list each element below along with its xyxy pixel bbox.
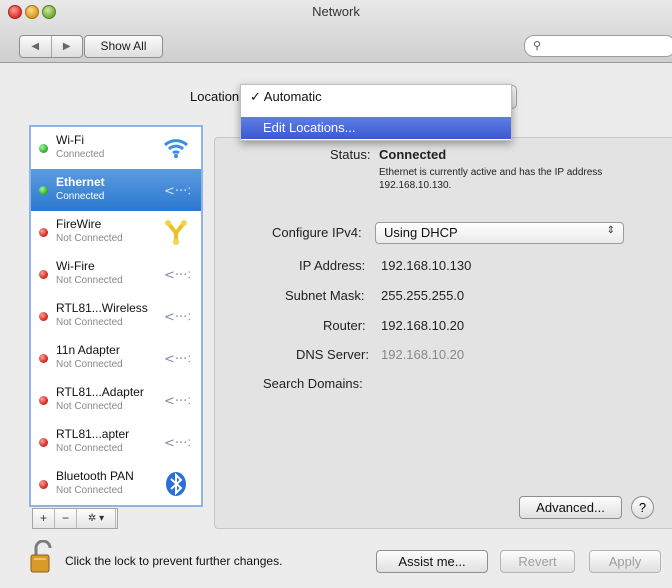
lock-message: Click the lock to prevent further change… xyxy=(65,554,283,568)
service-status: Not Connected xyxy=(56,233,123,244)
svg-text:<···>: <···> xyxy=(164,310,190,325)
ip-address-label: IP Address: xyxy=(299,258,366,273)
service-name: Ethernet xyxy=(56,175,105,189)
status-dot-icon xyxy=(39,312,48,321)
service-status: Not Connected xyxy=(56,401,123,412)
service-item[interactable]: RTL81...Adapter Not Connected <···> xyxy=(31,379,201,421)
show-all-button[interactable]: Show All xyxy=(84,35,163,58)
service-name: RTL81...Wireless xyxy=(56,301,148,315)
service-status: Connected xyxy=(56,191,105,202)
back-forward-buttons: ◀ ▶ xyxy=(19,35,83,58)
service-name: Wi-Fi xyxy=(56,133,84,147)
window-title: Network xyxy=(312,4,360,19)
status-dot-icon xyxy=(39,186,48,195)
router-value: 192.168.10.20 xyxy=(381,318,465,333)
svg-text:<···>: <···> xyxy=(164,436,190,451)
service-name: RTL81...apter xyxy=(56,427,130,441)
updown-arrows-icon: ⇕ xyxy=(606,225,615,236)
wifi-icon xyxy=(161,133,191,163)
service-name: 11n Adapter xyxy=(56,343,120,357)
status-description: Ethernet is currently active and has the… xyxy=(379,167,603,191)
status-dot-icon xyxy=(39,396,48,405)
service-status: Not Connected xyxy=(56,443,123,454)
router-label: Router: xyxy=(323,318,366,333)
svg-text:<···>: <···> xyxy=(164,352,190,367)
configure-ipv4-label: Configure IPv4: xyxy=(272,225,362,240)
add-service-button[interactable]: + xyxy=(33,509,55,528)
search-icon: ⚲ xyxy=(533,40,542,52)
network-interface-icon: <···> xyxy=(161,385,191,415)
service-name: RTL81...Adapter xyxy=(56,385,144,399)
search-domains-label: Search Domains: xyxy=(263,376,363,391)
status-dot-icon xyxy=(39,438,48,447)
status-dot-icon xyxy=(39,480,48,489)
service-status: Not Connected xyxy=(56,275,123,286)
service-item[interactable]: Ethernet Connected <···> xyxy=(31,169,201,211)
location-menu-item-automatic[interactable]: ✓ Automatic xyxy=(241,87,520,107)
location-menu: ✓ Automatic Edit Locations... xyxy=(240,84,512,141)
status-dot-icon xyxy=(39,228,48,237)
network-interface-icon: <···> xyxy=(161,259,191,289)
service-name: FireWire xyxy=(56,217,102,231)
subnet-mask-label: Subnet Mask: xyxy=(285,288,365,303)
service-list-toolbar: + − ✲ ▾ xyxy=(32,508,118,529)
service-item[interactable]: Wi-Fire Not Connected <···> xyxy=(31,253,201,295)
bluetooth-icon xyxy=(161,469,191,499)
svg-text:<···>: <···> xyxy=(164,268,190,283)
ethernet-icon: <···> xyxy=(161,175,191,205)
status-dot-icon xyxy=(39,144,48,153)
location-menu-item-edit-locations[interactable]: Edit Locations... xyxy=(241,117,511,139)
search-field[interactable]: ⚲ xyxy=(524,35,672,57)
title-bar: Network ◀ ▶ Show All ⚲ xyxy=(0,0,672,63)
service-item[interactable]: RTL81...apter Not Connected <···> xyxy=(31,421,201,463)
firewire-icon xyxy=(161,217,191,247)
details-panel xyxy=(214,137,672,529)
back-button[interactable]: ◀ xyxy=(20,36,52,57)
status-dot-icon xyxy=(39,270,48,279)
action-menu-button[interactable]: ✲ ▾ xyxy=(77,509,116,528)
dns-server-label: DNS Server: xyxy=(296,347,369,362)
service-status: Connected xyxy=(56,149,105,160)
service-item[interactable]: 11n Adapter Not Connected <···> xyxy=(31,337,201,379)
ip-address-value: 192.168.10.130 xyxy=(381,258,472,273)
svg-text:<···>: <···> xyxy=(164,394,190,409)
advanced-button[interactable]: Advanced... xyxy=(519,496,622,519)
forward-button[interactable]: ▶ xyxy=(52,36,83,57)
service-item[interactable]: Wi-Fi Connected xyxy=(31,127,201,169)
status-value: Connected xyxy=(379,147,447,162)
service-status: Not Connected xyxy=(56,485,123,496)
configure-ipv4-select[interactable]: Using DHCP ⇕ xyxy=(375,222,624,244)
service-status: Not Connected xyxy=(56,359,123,370)
network-interface-icon: <···> xyxy=(161,427,191,457)
svg-text:<···>: <···> xyxy=(164,184,190,199)
lock-icon[interactable] xyxy=(30,540,56,574)
service-item[interactable]: Bluetooth PAN Not Connected xyxy=(31,463,201,505)
configure-ipv4-value: Using DHCP xyxy=(384,225,458,240)
dns-server-value: 192.168.10.20 xyxy=(381,347,465,362)
assist-me-button[interactable]: Assist me... xyxy=(376,550,488,573)
network-preferences-window: Network ◀ ▶ Show All ⚲ Location Wi-Fi Con… xyxy=(0,0,672,588)
subnet-mask-value: 255.255.255.0 xyxy=(381,288,465,303)
help-button[interactable]: ? xyxy=(631,496,654,519)
network-interface-icon: <···> xyxy=(161,343,191,373)
status-label: Status: xyxy=(330,147,371,162)
revert-button[interactable]: Revert xyxy=(500,550,575,573)
location-label: Location xyxy=(190,89,240,104)
service-item[interactable]: FireWire Not Connected xyxy=(31,211,201,253)
network-interface-icon: <···> xyxy=(161,301,191,331)
remove-service-button[interactable]: − xyxy=(55,509,77,528)
service-item[interactable]: RTL81...Wireless Not Connected <···> xyxy=(31,295,201,337)
service-name: Bluetooth PAN xyxy=(56,469,134,483)
status-dot-icon xyxy=(39,354,48,363)
apply-button[interactable]: Apply xyxy=(589,550,661,573)
service-list[interactable]: Wi-Fi Connected Ethernet Connected <···> Fire… xyxy=(29,125,203,507)
service-status: Not Connected xyxy=(56,317,123,328)
service-name: Wi-Fire xyxy=(56,259,95,273)
